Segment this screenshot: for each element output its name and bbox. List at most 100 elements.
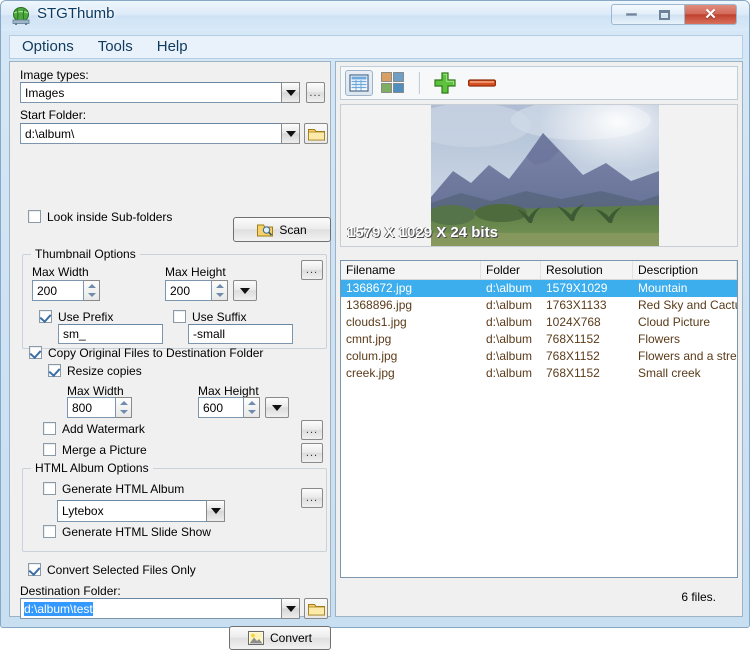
thumbnail-grid-icon [381,72,405,94]
html-template-dropdown-arrow[interactable] [206,500,225,522]
folder-icon [308,602,325,616]
thumb-max-height-value[interactable]: 200 [165,280,212,301]
spinner-down-icon[interactable] [116,408,131,418]
thumb-max-height-stepper[interactable]: 200 [165,280,228,301]
table-row[interactable]: cmnt.jpg d:\album 768X1152 Flowers [341,331,737,348]
resize-copies-checkbox[interactable] [48,364,61,377]
thumb-max-width-spinner[interactable] [84,280,100,301]
table-row[interactable]: colum.jpg d:\album 768X1152 Flowers and … [341,348,737,365]
cell-resolution: 768X1152 [541,365,633,382]
destination-folder-dropdown-arrow[interactable] [281,598,300,619]
thumb-max-width-value[interactable]: 200 [32,280,84,301]
generate-html-album-label: Generate HTML Album [62,482,184,496]
destination-folder-value[interactable]: d:\album\test [24,602,93,616]
chevron-down-icon [272,405,282,411]
spinner-down-icon[interactable] [212,291,227,301]
cell-filename: 1368896.jpg [341,297,481,314]
spinner-up-icon[interactable] [244,398,259,408]
add-watermark-checkbox[interactable] [43,422,56,435]
cell-folder: d:\album [481,280,541,297]
image-types-dropdown-arrow[interactable] [281,82,300,103]
column-header-resolution[interactable]: Resolution [541,261,633,279]
thumbnail-view-button[interactable] [379,70,407,96]
copy-originals-checkbox[interactable] [29,346,42,359]
use-suffix-checkbox[interactable] [173,310,186,323]
generate-html-album-checkbox[interactable] [43,482,56,495]
look-subfolders-checkbox[interactable] [28,210,41,223]
menu-item-tools[interactable]: Tools [86,36,145,58]
table-row[interactable]: 1368672.jpg d:\album 1579X1029 Mountain [341,280,737,297]
thumb-max-height-spinner[interactable] [212,280,228,301]
column-header-folder[interactable]: Folder [481,261,541,279]
spinner-up-icon[interactable] [212,281,227,291]
copy-max-height-value[interactable]: 600 [198,397,244,418]
cell-folder: d:\album [481,314,541,331]
image-preview[interactable]: 1579 X 1029 X 24 bits [340,104,738,247]
destination-folder-combo[interactable]: d:\album\test [20,598,300,619]
menu-item-options[interactable]: Options [10,36,86,58]
start-folder-combo[interactable]: d:\album\ [20,123,300,144]
convert-button[interactable]: Convert [229,626,331,650]
spinner-up-icon[interactable] [116,398,131,408]
generate-slideshow-label: Generate HTML Slide Show [62,525,211,539]
list-view-button[interactable] [345,70,373,96]
html-browse-button[interactable]: ... [301,488,323,508]
preview-panel: 1579 X 1029 X 24 bits Filename Folder Re… [335,61,743,617]
spinner-down-icon[interactable] [244,408,259,418]
merge-picture-checkbox[interactable] [43,443,56,456]
start-folder-value[interactable]: d:\album\ [20,123,282,144]
preview-caption: 1579 X 1029 X 24 bits [347,224,498,241]
suffix-input[interactable]: -small [188,324,293,344]
add-plus-icon [434,72,456,94]
add-button[interactable] [431,70,459,96]
copy-max-height-spinner[interactable] [244,397,260,418]
table-row[interactable]: clouds1.jpg d:\album 1024X768 Cloud Pict… [341,314,737,331]
thumbnail-browse-button[interactable]: ... [301,260,323,280]
html-album-template-value[interactable]: Lytebox [57,500,207,522]
copy-max-height-stepper[interactable]: 600 [198,397,260,418]
spinner-down-icon[interactable] [84,291,99,301]
use-suffix-label: Use Suffix [192,310,246,324]
convert-selected-only-checkbox[interactable] [28,563,41,576]
start-folder-dropdown-arrow[interactable] [281,123,300,144]
menu-item-help[interactable]: Help [145,36,200,58]
copy-preset-dropdown[interactable] [265,397,289,418]
file-list[interactable]: Filename Folder Resolution Description 1… [340,260,738,578]
html-album-template-combo[interactable]: Lytebox [57,500,225,522]
cell-folder: d:\album [481,331,541,348]
image-types-combo[interactable]: Images [20,82,300,103]
spinner-up-icon[interactable] [84,281,99,291]
remove-button[interactable] [465,70,499,96]
add-watermark-label: Add Watermark [62,422,145,436]
watermark-browse-button[interactable]: ... [301,420,323,440]
scan-folder-icon [257,223,273,237]
copy-max-width-spinner[interactable] [116,397,132,418]
destination-folder-browse-button[interactable] [304,598,328,619]
image-types-value[interactable]: Images [20,82,282,103]
table-row[interactable]: 1368896.jpg d:\album 1763X1133 Red Sky a… [341,297,737,314]
column-header-description[interactable]: Description [633,261,737,279]
cell-filename: clouds1.jpg [341,314,481,331]
use-prefix-checkbox[interactable] [39,310,52,323]
copy-max-width-stepper[interactable]: 800 [67,397,132,418]
close-button[interactable]: ✕ [685,4,737,25]
table-row[interactable]: creek.jpg d:\album 768X1152 Small creek [341,365,737,382]
merge-browse-button[interactable]: ... [301,443,323,463]
copy-originals-label: Copy Original Files to Destination Folde… [48,346,263,360]
thumb-preset-dropdown[interactable] [233,280,257,301]
scan-button[interactable]: Scan [233,217,331,242]
cell-description: Flowers [633,331,737,348]
column-header-filename[interactable]: Filename [341,261,481,279]
thumb-max-width-stepper[interactable]: 200 [32,280,100,301]
cell-filename: cmnt.jpg [341,331,481,348]
generate-slideshow-checkbox[interactable] [43,525,56,538]
cell-resolution: 768X1152 [541,331,633,348]
prefix-input[interactable]: sm_ [58,324,163,344]
start-folder-browse-button[interactable] [304,123,328,144]
destination-folder-input[interactable]: d:\album\test [20,598,282,619]
maximize-button[interactable] [645,4,685,25]
copy-max-width-value[interactable]: 800 [67,397,116,418]
image-types-browse-button[interactable]: ... [306,82,325,103]
use-prefix-label: Use Prefix [58,310,113,324]
cell-description: Mountain [633,280,737,297]
